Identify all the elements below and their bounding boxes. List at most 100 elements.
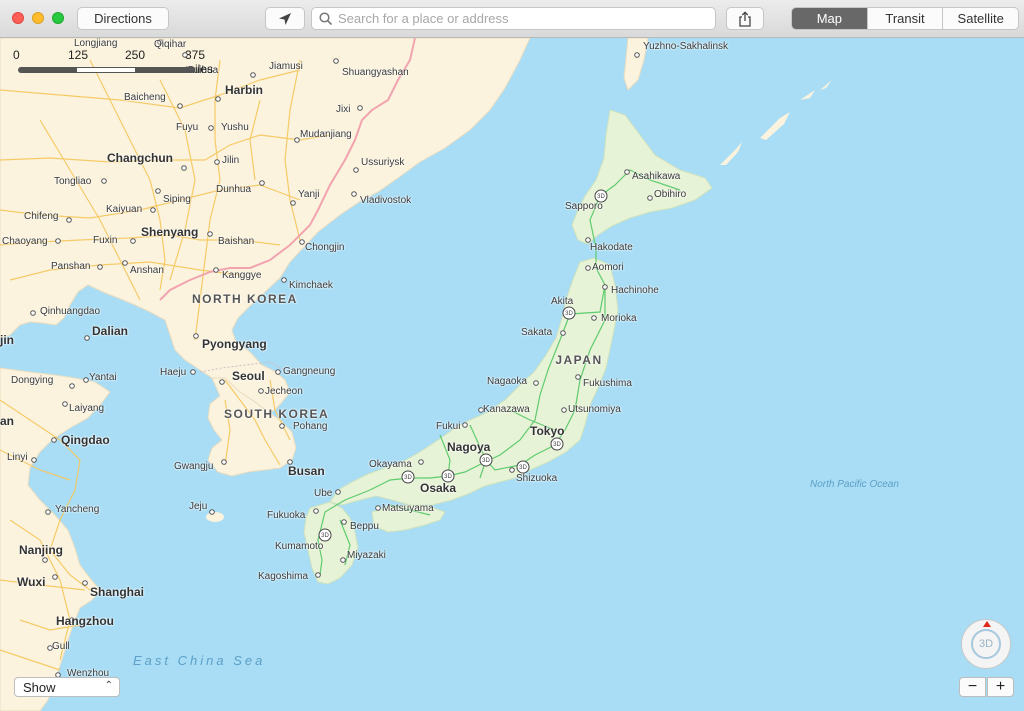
city-label: Chongjin [305,242,345,253]
city-label: Ube [314,488,333,499]
map-mode-transit[interactable]: Transit [866,8,943,29]
city-label: Jeju [189,501,208,512]
major-city-label: Shanghai [90,585,145,599]
city-label: Hakodate [590,242,633,253]
city-label: Tongliao [54,176,92,187]
city-label: Kagoshima [258,571,309,582]
major-city-label: Pyongyang [202,337,267,351]
city-label: Qinhuangdao [40,306,101,317]
city-markers: 3D 3D 3D 3D 3D 3D 3D 3D [30,39,653,678]
minimize-window-button[interactable] [32,12,44,24]
ocean-label: North Pacific Ocean [810,479,899,490]
sea-label: East China Sea [133,653,266,668]
city-label: Chaoyang [2,236,48,247]
city-label: Miyazaki [347,550,386,561]
city-label: Kumamoto [275,541,324,552]
city-label: Hachinohe [611,285,659,296]
major-city-label: Osaka [420,481,457,495]
3d-toggle[interactable]: 3D [971,629,1001,659]
scale-bar-segment [77,68,135,72]
city-label: Yuzhno-Sakhalinsk [643,41,729,52]
city-label: Kanazawa [483,404,530,415]
city-label: Matsuyama [382,503,434,514]
toolbar: Directions Map Transit Satellite [0,0,1024,38]
zoom-in-button[interactable]: + [987,677,1014,697]
city-label: Nagaoka [487,376,528,387]
city-label: Yancheng [55,504,100,515]
city-label: Jiamusi [269,61,303,72]
city-label: Sapporo [565,201,603,212]
city-label: Yantai [89,372,117,383]
zoom-in-label: + [995,678,1006,695]
svg-text:3D: 3D [565,311,573,317]
scale-tick-2: 250 [125,48,146,62]
city-label: Yushu [221,122,249,133]
city-label: Yanji [298,189,320,200]
close-window-button[interactable] [12,12,24,24]
city-label: Gangneung [283,366,336,377]
city-label: Laiyang [69,403,105,414]
chevron-updown-icon: ⌃ [104,680,113,691]
city-label: Dunhua [216,184,252,195]
country-label-south-korea: SOUTH KOREA [224,407,330,421]
search-field[interactable] [311,7,716,30]
svg-text:3D: 3D [519,465,527,471]
city-label: Jecheon [265,386,303,397]
svg-text:3D: 3D [482,458,490,464]
map-mode-segmented-control: Map Transit Satellite [791,7,1019,30]
city-label: Fuxin [93,235,118,246]
major-city-label: Dalian [92,324,129,338]
major-city-label: Seoul [232,369,265,383]
major-city-label: Qingdao [61,433,110,447]
major-city-label: Hangzhou [56,614,114,628]
zoom-window-button[interactable] [52,12,64,24]
3d-toggle-label: 3D [978,638,994,650]
current-location-button[interactable] [265,7,305,30]
city-label: Gull [52,641,70,652]
city-label: Baishan [218,236,255,247]
city-label: Shuangyashan [342,67,409,78]
map-mode-satellite[interactable]: Satellite [942,8,1018,29]
city-label: Anshan [130,265,164,276]
location-arrow-icon [279,12,291,25]
city-label: Vladivostok [360,195,412,206]
search-icon [319,11,333,25]
search-input[interactable] [334,11,708,26]
show-dropdown[interactable]: Show ⌃ [14,677,120,697]
city-label: Panshan [51,261,91,272]
svg-text:3D: 3D [553,442,561,448]
zoom-out-button[interactable]: − [959,677,986,697]
major-city-label: Nanjing [19,543,63,557]
zoom-out-label: − [967,678,978,695]
share-icon [739,10,751,27]
scale-bar: 0 125 250 375 miles [13,48,213,84]
share-button[interactable] [726,7,764,30]
map-view[interactable]: 3D 3D 3D 3D 3D 3D 3D 3D Yuzhno-Sakhalinsk Lon… [0,38,1024,711]
city-label: Obihiro [654,189,687,200]
major-city-label: Tokyo [530,424,565,438]
major-city-label: Changchun [107,151,173,165]
country-label-japan: JAPAN [555,353,603,367]
city-label: Utsunomiya [568,404,621,415]
city-label: Fukui [436,421,461,432]
directions-button[interactable]: Directions [77,7,169,30]
city-label: Kaiyuan [106,204,143,215]
compass-control[interactable]: 3D [961,619,1011,669]
city-label: Kanggye [222,270,262,281]
city-label: Fukuoka [267,510,306,521]
city-label: Chifeng [24,211,59,222]
city-label: Sakata [521,327,553,338]
major-city-label: Wuxi [17,575,46,589]
major-city-label: Harbin [225,83,264,97]
major-city-label: Shenyang [141,225,199,239]
city-label: Kimchaek [289,280,333,291]
city-label: Fuyu [176,122,199,133]
major-city-label: Nagoya [447,440,491,454]
svg-text:3D: 3D [597,194,605,200]
edge-city-label: jin [0,333,14,347]
city-label: Morioka [601,313,637,324]
edge-city-label: an [0,414,15,428]
map-mode-map[interactable]: Map [792,8,867,29]
city-label: Gwangju [174,461,214,472]
city-label: Haeju [160,367,187,378]
